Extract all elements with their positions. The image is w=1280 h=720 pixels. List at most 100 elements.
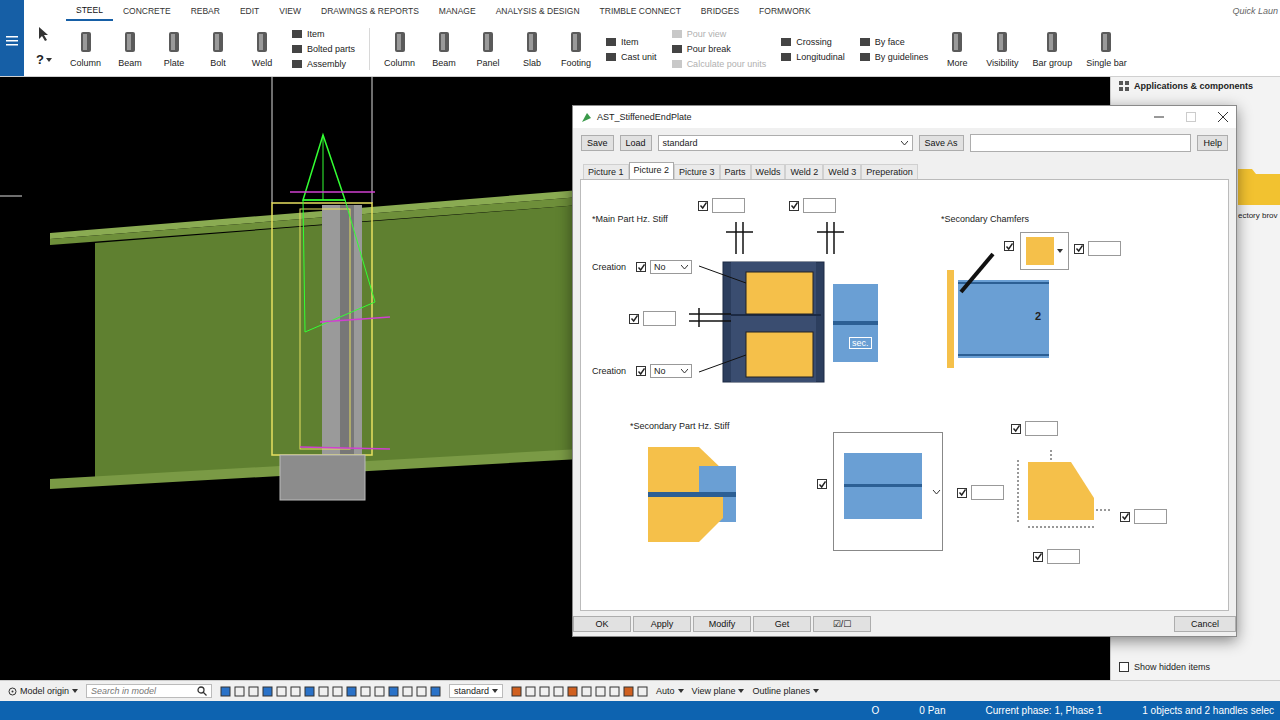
creation-select[interactable]: No [650, 364, 692, 378]
dialog-tab[interactable]: Welds [751, 164, 786, 179]
dialog-tab[interactable]: Parts [720, 164, 751, 179]
footer-button[interactable]: Modify [693, 616, 751, 632]
snap-icon[interactable] [609, 686, 620, 697]
menu-icon[interactable] [6, 36, 18, 46]
value-field[interactable] [1025, 421, 1058, 436]
checkbox[interactable] [817, 479, 827, 489]
stack-tool[interactable]: Item [605, 36, 657, 48]
tool-button[interactable]: Column [378, 22, 421, 76]
stack-tool[interactable]: Crossing [780, 36, 845, 48]
snap-icon[interactable] [567, 686, 578, 697]
quick-launch[interactable]: Quick Laun [1232, 6, 1280, 16]
ribbon-tab[interactable]: FORMWORK [749, 0, 820, 22]
checkbox[interactable] [1033, 552, 1043, 562]
ribbon-tab[interactable]: EDIT [230, 0, 269, 22]
footer-button[interactable]: Get [753, 616, 811, 632]
stack-tool[interactable]: Calculate pour units [671, 58, 767, 70]
creation-select[interactable]: No [650, 260, 692, 274]
toolbar-icon[interactable] [402, 686, 413, 697]
value-field[interactable] [643, 311, 676, 326]
outline-dropdown[interactable]: Outline planes [752, 686, 819, 696]
checkbox[interactable] [698, 201, 708, 211]
stack-tool[interactable]: Item [291, 28, 355, 40]
stack-tool[interactable]: Pour break [671, 43, 767, 55]
view-plane-dropdown[interactable]: View plane [692, 686, 745, 696]
dialog-tab[interactable]: Picture 2 [629, 162, 675, 179]
search-field[interactable]: Search in model [86, 684, 212, 698]
tool-button[interactable]: Plate [153, 22, 195, 76]
dialog-tab[interactable]: Weld 2 [785, 164, 823, 179]
tool-button[interactable]: Bolt [197, 22, 239, 76]
value-field[interactable] [971, 485, 1004, 500]
color-picker[interactable] [1020, 232, 1069, 270]
stack-tool[interactable]: Assembly [291, 58, 355, 70]
checkbox[interactable] [957, 488, 967, 498]
tool-button[interactable]: Panel [467, 22, 509, 76]
stack-tool[interactable]: Longitudinal [780, 51, 845, 63]
toolbar-icon[interactable] [234, 686, 245, 697]
ribbon-tab[interactable]: CONCRETE [113, 0, 181, 22]
toolbar-icon[interactable] [220, 686, 231, 697]
dialog-tab[interactable]: Preperation [861, 164, 918, 179]
toolbar-icon[interactable] [416, 686, 427, 697]
ribbon-tab[interactable]: DRAWINGS & REPORTS [311, 0, 429, 22]
ribbon-tab[interactable]: MANAGE [429, 0, 486, 22]
ribbon-tab[interactable]: REBAR [181, 0, 230, 22]
value-field[interactable] [1047, 549, 1080, 564]
dialog-tab[interactable]: Picture 1 [583, 164, 629, 179]
toolbar-icon[interactable] [388, 686, 399, 697]
snap-icon[interactable] [623, 686, 634, 697]
toolbar-icon[interactable] [346, 686, 357, 697]
stack-tool[interactable]: By guidelines [859, 51, 929, 63]
value-field[interactable] [1088, 241, 1121, 256]
help-button[interactable]: Help [1197, 135, 1228, 151]
stack-tool[interactable]: Pour view [671, 28, 767, 40]
stack-tool[interactable]: By face [859, 36, 929, 48]
toolbar-icon[interactable] [374, 686, 385, 697]
toolbar-icon[interactable] [332, 686, 343, 697]
snap-icon[interactable] [511, 686, 522, 697]
footer-button[interactable]: ☑/☐ [813, 616, 871, 632]
snap-icon[interactable] [525, 686, 536, 697]
toolbar-icon[interactable] [304, 686, 315, 697]
footer-button[interactable]: OK [573, 616, 631, 632]
ribbon-tab[interactable]: ANALYSIS & DESIGN [486, 0, 590, 22]
ribbon-tab[interactable]: STEEL [66, 1, 113, 21]
tool-button[interactable]: Single bar [1080, 22, 1133, 76]
checkbox[interactable] [1011, 424, 1021, 434]
save-as-field[interactable] [970, 134, 1192, 152]
checkbox[interactable] [1004, 241, 1014, 251]
checkbox[interactable] [629, 314, 639, 324]
toolbar-icon[interactable] [430, 686, 441, 697]
save-as-button[interactable]: Save As [919, 135, 964, 151]
load-button[interactable]: Load [620, 135, 652, 151]
folder-item[interactable]: ectory brov [1238, 165, 1280, 220]
tool-button[interactable]: Footing [555, 22, 597, 76]
snap-icon[interactable] [581, 686, 592, 697]
toolbar-icon[interactable] [262, 686, 273, 697]
snap-icon[interactable] [539, 686, 550, 697]
value-field[interactable] [1134, 509, 1167, 524]
toolbar-icon[interactable] [318, 686, 329, 697]
tool-button[interactable]: Column [64, 22, 107, 76]
checkbox[interactable] [1119, 662, 1129, 672]
footer-button[interactable]: Apply [633, 616, 691, 632]
checkbox[interactable] [789, 201, 799, 211]
save-button[interactable]: Save [581, 135, 614, 151]
dialog-tab[interactable]: Weld 3 [823, 164, 861, 179]
checkbox[interactable] [1074, 244, 1084, 254]
tool-button[interactable]: Weld [241, 22, 283, 76]
snap-icon[interactable] [595, 686, 606, 697]
checkbox[interactable] [1120, 512, 1130, 522]
ribbon-tab[interactable]: BRIDGES [691, 0, 749, 22]
snap-icon[interactable] [637, 686, 648, 697]
value-field[interactable] [712, 198, 745, 213]
toolbar-icon[interactable] [290, 686, 301, 697]
snap-dropdown[interactable]: Auto [656, 686, 684, 696]
value-field[interactable] [803, 198, 836, 213]
ribbon-tab[interactable]: TRIMBLE CONNECT [590, 0, 691, 22]
dialog-title-bar[interactable]: AST_StiffenedEndPlate [573, 106, 1236, 128]
ribbon-tab[interactable]: VIEW [269, 0, 311, 22]
filter-dropdown[interactable]: standard [449, 684, 503, 698]
tool-button[interactable]: Bar group [1027, 22, 1079, 76]
